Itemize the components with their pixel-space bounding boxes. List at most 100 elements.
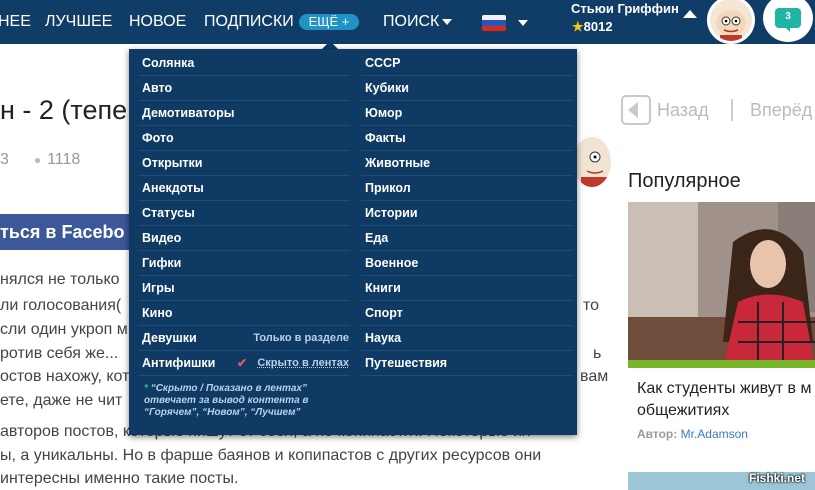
menu-item-label[interactable]: Юмор bbox=[365, 106, 402, 120]
menu-item-label[interactable]: Животные bbox=[365, 156, 430, 170]
menu-item[interactable]: Фото bbox=[138, 126, 350, 151]
menu-item-label[interactable]: Путешествия bbox=[365, 356, 447, 370]
eye-icon: ● bbox=[33, 153, 42, 167]
menu-item[interactable]: Спорт bbox=[361, 301, 573, 326]
menu-item[interactable]: Наука bbox=[361, 326, 573, 351]
search-button[interactable]: ПОИСК bbox=[383, 13, 439, 31]
article-text-line: ли голосования( bbox=[0, 297, 122, 314]
chevron-down-icon[interactable] bbox=[518, 20, 528, 26]
avatar[interactable] bbox=[707, 0, 755, 44]
article-text-line: интересны именно такие посты. bbox=[0, 470, 239, 487]
menu-item-label[interactable]: Девушки bbox=[142, 331, 197, 345]
check-icon: ✔ bbox=[236, 356, 247, 370]
views-count: 1118 bbox=[47, 151, 81, 168]
menu-item-label[interactable]: Анекдоты bbox=[142, 181, 204, 195]
menu-item[interactable]: Животные bbox=[361, 151, 573, 176]
menu-item-label[interactable]: Видео bbox=[142, 231, 181, 245]
menu-item[interactable]: Открытки bbox=[138, 151, 350, 176]
menu-item-label[interactable]: Солянка bbox=[142, 56, 194, 70]
menu-item-label[interactable]: Наука bbox=[365, 331, 401, 345]
menu-item[interactable]: Девушки Только в разделе bbox=[138, 326, 350, 351]
categories-column-right: СССР Кубики Юмор Факты Животные Прикол Истории… bbox=[361, 51, 573, 376]
article-text-line: ы, а уникальны. Но в фарше баянов и копи… bbox=[0, 447, 542, 464]
menu-item[interactable]: Прикол bbox=[361, 176, 573, 201]
categories-column-left: Солянка Авто Демотиваторы Фото Открытки Анекд… bbox=[138, 51, 350, 376]
menu-item[interactable]: Еда bbox=[361, 226, 573, 251]
menu-item-label[interactable]: Истории bbox=[365, 206, 418, 220]
flag-ru-icon[interactable] bbox=[482, 15, 506, 31]
nav-item-best[interactable]: ЛУЧШЕЕ bbox=[45, 13, 112, 31]
menu-item[interactable]: Кино bbox=[138, 301, 350, 326]
article-text-fragment: то bbox=[583, 297, 600, 314]
menu-item-label[interactable]: Кино bbox=[142, 306, 173, 320]
more-menu-button[interactable]: ЕЩЁ + bbox=[299, 14, 359, 30]
menu-item[interactable]: Анекдоты bbox=[138, 176, 350, 201]
menu-item-label[interactable]: Фото bbox=[142, 131, 174, 145]
menu-item[interactable]: Кубики bbox=[361, 76, 573, 101]
back-link[interactable]: Назад bbox=[657, 100, 709, 121]
facebook-share-button[interactable]: ться в Facebo bbox=[0, 214, 135, 250]
article-text-fragment: ь bbox=[593, 345, 602, 362]
user-name[interactable]: Стьюи Гриффин bbox=[571, 1, 679, 16]
menu-item-label[interactable]: Демотиваторы bbox=[142, 106, 234, 120]
menu-item-label[interactable]: Прикол bbox=[365, 181, 411, 195]
forward-link[interactable]: Вперёд bbox=[750, 100, 812, 121]
menu-item-label[interactable]: СССР bbox=[365, 56, 400, 70]
messages-button[interactable]: 3 bbox=[763, 0, 813, 42]
menu-item[interactable]: Юмор bbox=[361, 101, 573, 126]
menu-item[interactable]: Истории bbox=[361, 201, 573, 226]
menu-item[interactable]: Статусы bbox=[138, 201, 350, 226]
popular-card-image[interactable] bbox=[628, 202, 815, 368]
menu-item[interactable]: Военное bbox=[361, 251, 573, 276]
menu-item-label[interactable]: Антифишки bbox=[142, 356, 215, 370]
menu-item-label[interactable]: Авто bbox=[142, 81, 172, 95]
nav-item-subscriptions[interactable]: ПОДПИСКИ bbox=[204, 13, 294, 31]
popular-card-author: Автор: Mr.Adamson bbox=[637, 427, 748, 441]
menu-item-label[interactable]: Факты bbox=[365, 131, 406, 145]
article-stats: 3 ● 1118 bbox=[0, 151, 80, 169]
card-title-line[interactable]: общежитиях bbox=[637, 400, 812, 422]
menu-item[interactable]: Игры bbox=[138, 276, 350, 301]
menu-item[interactable]: Факты bbox=[361, 126, 573, 151]
menu-item[interactable]: Путешествия bbox=[361, 351, 573, 376]
star-icon: ★ bbox=[572, 19, 584, 34]
nav-item-hot[interactable]: НЕЕ bbox=[0, 13, 31, 31]
menu-item[interactable]: Солянка bbox=[138, 51, 350, 76]
back-arrow-icon[interactable] bbox=[621, 95, 651, 125]
article-text-line: ете, даже не чит bbox=[0, 392, 123, 409]
menu-item-label[interactable]: Игры bbox=[142, 281, 175, 295]
popular-card-title[interactable]: Как студенты живут в м общежитиях bbox=[637, 378, 812, 422]
menu-item[interactable]: Антифишки ✔ Скрыто в лентах bbox=[138, 351, 350, 376]
menu-item[interactable]: Видео bbox=[138, 226, 350, 251]
menu-item[interactable]: СССР bbox=[361, 51, 573, 76]
watermark: Fishki.net bbox=[749, 471, 806, 485]
message-icon-tail bbox=[780, 27, 790, 32]
article-text-line: сли один укроп м bbox=[0, 321, 128, 338]
divider bbox=[731, 99, 733, 121]
menu-item-label[interactable]: Гифки bbox=[142, 256, 181, 270]
menu-item[interactable]: Авто bbox=[138, 76, 350, 101]
chevron-down-icon bbox=[442, 19, 452, 25]
author-link[interactable]: Mr.Adamson bbox=[681, 427, 748, 441]
menu-item-label[interactable]: Военное bbox=[365, 256, 418, 270]
menu-item[interactable]: Книги bbox=[361, 276, 573, 301]
article-text-line: ротив себя же... bbox=[0, 345, 119, 362]
author-avatar[interactable] bbox=[573, 137, 611, 187]
article-text-line: нялся не только bbox=[0, 271, 120, 288]
menu-item-label[interactable]: Статусы bbox=[142, 206, 195, 220]
top-nav-bar: НЕЕ ЛУЧШЕЕ НОВОЕ ПОДПИСКИ ЕЩЁ + ПОИСК Ст… bbox=[0, 0, 815, 44]
menu-item-toggle[interactable]: Скрыто в лентах bbox=[257, 351, 349, 376]
dropdown-footnote: * “Скрыто / Показано в лентах” отвечает … bbox=[144, 383, 344, 419]
article-title: н - 2 (тепе bbox=[0, 95, 128, 125]
card-title-line[interactable]: Как студенты живут в м bbox=[637, 378, 812, 400]
menu-item-label[interactable]: Книги bbox=[365, 281, 401, 295]
nav-item-new[interactable]: НОВОЕ bbox=[129, 13, 186, 31]
menu-item-label[interactable]: Спорт bbox=[365, 306, 403, 320]
menu-item-label[interactable]: Открытки bbox=[142, 156, 202, 170]
menu-item-label[interactable]: Кубики bbox=[365, 81, 409, 95]
chevron-up-icon[interactable] bbox=[683, 10, 697, 18]
menu-item-toggle[interactable]: Только в разделе bbox=[253, 326, 349, 351]
menu-item[interactable]: Демотиваторы bbox=[138, 101, 350, 126]
menu-item[interactable]: Гифки bbox=[138, 251, 350, 276]
menu-item-label[interactable]: Еда bbox=[365, 231, 388, 245]
